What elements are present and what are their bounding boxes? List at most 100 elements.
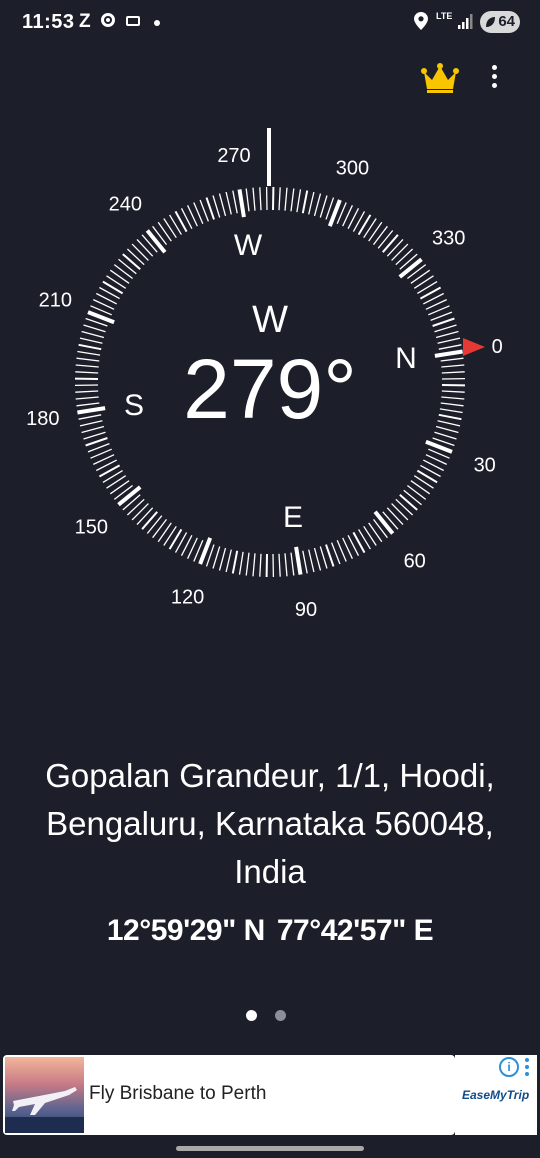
compass-tick: [410, 480, 431, 495]
compass-tick: [290, 188, 295, 212]
compass-tick: [78, 414, 102, 420]
compass-tick: [313, 547, 322, 571]
compass-tick: [368, 221, 383, 242]
compass-tick: [440, 357, 464, 362]
compass-tick: [75, 396, 99, 400]
compass-tick: [437, 337, 461, 344]
compass-tick: [439, 408, 463, 414]
compass-tick: [83, 324, 106, 333]
compass-tick: [440, 402, 464, 407]
compass-tick: [325, 544, 335, 567]
compass-tick: [434, 349, 463, 358]
degree-label-270: 270: [217, 145, 250, 167]
compass-tick: [252, 187, 256, 211]
compass-tick: [218, 193, 227, 217]
compass-tick: [131, 503, 149, 521]
degree-label-0: 0: [492, 336, 503, 358]
compass-tick: [237, 189, 246, 218]
compass-tick: [113, 264, 133, 280]
compass-tick: [290, 552, 295, 576]
compass-tick: [136, 238, 154, 257]
compass-tick: [386, 507, 404, 526]
compass-tick: [225, 191, 232, 215]
location-coordinates: 12°59'29" N 77°42'57" E: [0, 914, 540, 948]
compass-tick: [296, 189, 302, 213]
ad-options-button[interactable]: [525, 1058, 531, 1079]
cardinal-east: E: [283, 501, 303, 534]
latitude: 12°59'29" N: [106, 914, 265, 947]
compass-tick: [398, 257, 423, 279]
compass-tick: [413, 275, 434, 289]
page-dot[interactable]: [275, 1010, 286, 1021]
compass-tick: [437, 420, 461, 427]
cardinal-north: N: [395, 342, 417, 375]
compass-tick: [152, 519, 168, 539]
compass-tick: [278, 553, 281, 577]
compass-tick: [163, 218, 177, 239]
compass-tick: [79, 420, 103, 427]
compass-tick: [438, 413, 462, 421]
compass-tick: [199, 199, 210, 222]
compass-tick: [407, 484, 427, 500]
degree-label-120: 120: [171, 587, 204, 609]
compass-tick: [75, 364, 99, 368]
compass-tick: [212, 195, 221, 218]
page-dot-active[interactable]: [246, 1010, 257, 1021]
compass-tick: [399, 494, 418, 511]
compass-tick: [77, 350, 101, 356]
ad-banner[interactable]: Fly Brisbane to Perth: [3, 1055, 455, 1135]
compass-tick: [368, 522, 383, 543]
compass-tick: [395, 498, 414, 516]
compass-tick: [395, 248, 414, 266]
compass-tick: [141, 511, 158, 530]
compass-tick: [372, 225, 388, 245]
compass-tick: [441, 390, 465, 393]
compass-tick: [435, 425, 459, 434]
compass-tick: [430, 311, 453, 322]
heading-letter: W: [252, 299, 288, 341]
compass-tick: [391, 243, 409, 261]
degree-label-300: 300: [336, 157, 369, 179]
page-indicator: [246, 1008, 304, 1021]
compass-tick: [75, 371, 99, 374]
compass-tick: [259, 187, 262, 211]
compass-tick: [79, 337, 103, 344]
compass-tick: [205, 197, 215, 220]
compass-tick: [302, 550, 308, 574]
compass-tick: [441, 396, 465, 400]
compass-tick: [245, 552, 250, 576]
compass-tick: [284, 187, 288, 211]
compass-tick: [136, 507, 154, 526]
compass-dial: 0306090120150180210240270300330 W N E S …: [26, 128, 503, 621]
compass-tick: [435, 330, 459, 339]
compass-tick: [432, 317, 455, 327]
compass-tick: [278, 187, 281, 211]
compass-tick: [122, 253, 141, 270]
degree-label-90: 90: [295, 599, 317, 621]
gesture-nav-handle[interactable]: [176, 1146, 364, 1151]
compass-tick: [441, 364, 465, 368]
ad-brand-logo: EaseMyTrip: [462, 1088, 530, 1102]
compass-tick: [126, 498, 145, 516]
compass-tick: [81, 425, 105, 434]
compass-tick: [146, 515, 163, 534]
compass-tick: [434, 431, 457, 440]
compass-tick: [330, 542, 341, 565]
location-address: Gopalan Grandeur, 1/1, Hoodi, Bengaluru,…: [45, 757, 495, 890]
compass-tick: [109, 480, 130, 495]
compass-tick: [131, 243, 149, 261]
compass-tick: [118, 258, 137, 275]
info-icon[interactable]: i: [499, 1057, 519, 1077]
compass-tick: [157, 522, 172, 543]
compass-tick: [106, 475, 127, 489]
compass-tick: [434, 324, 457, 333]
compass-tick: [81, 330, 105, 339]
compass-tick: [294, 546, 303, 575]
compass-tick: [245, 188, 250, 212]
compass-tick: [126, 248, 145, 266]
compass-tick: [308, 191, 315, 215]
ad-text: Fly Brisbane to Perth: [89, 1083, 267, 1104]
compass-tick: [363, 525, 377, 546]
compass-tick: [382, 234, 399, 253]
compass-tick: [441, 371, 465, 374]
